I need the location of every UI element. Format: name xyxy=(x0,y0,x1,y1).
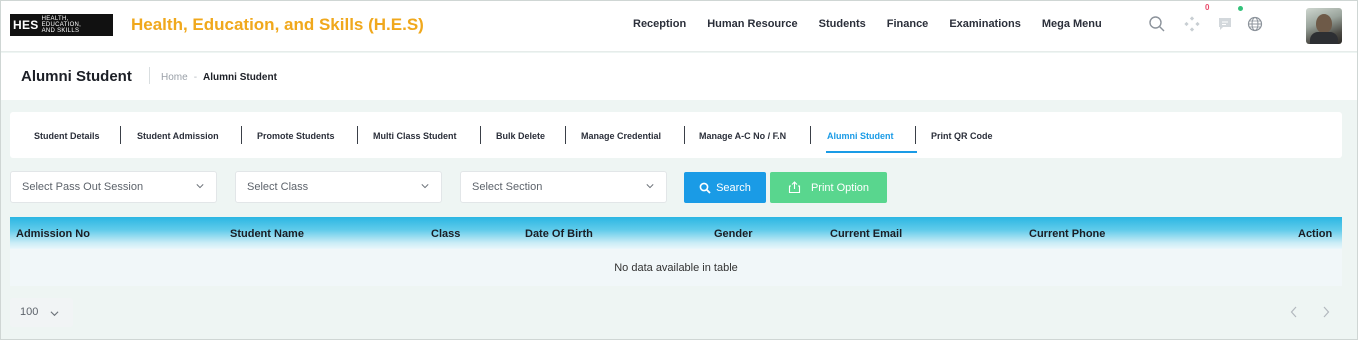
globe-icon[interactable] xyxy=(1244,13,1266,35)
tab-separator xyxy=(810,126,811,144)
section-select[interactable]: Select Section xyxy=(460,171,667,203)
tab-student-admission[interactable]: Student Admission xyxy=(137,131,219,141)
tab-manage-ac-no[interactable]: Manage A-C No / F.N xyxy=(699,131,786,141)
tab-manage-credential[interactable]: Manage Credential xyxy=(581,131,661,141)
page-size-value: 100 xyxy=(20,306,39,318)
top-nav: Reception Human Resource Students Financ… xyxy=(633,18,1123,30)
class-select-value: Select Class xyxy=(247,181,309,193)
pass-out-session-select[interactable]: Select Pass Out Session xyxy=(10,171,217,203)
previous-page-button[interactable] xyxy=(1288,305,1300,319)
table-body: No data available in table xyxy=(10,249,1342,286)
breadcrumb-current: Alumni Student xyxy=(203,72,277,83)
column-admission-no[interactable]: Admission No xyxy=(16,228,90,240)
tab-promote-students[interactable]: Promote Students xyxy=(257,131,335,141)
tab-multi-class-student[interactable]: Multi Class Student xyxy=(373,131,457,141)
export-icon xyxy=(788,181,801,194)
tab-separator xyxy=(480,126,481,144)
avatar-body xyxy=(1310,32,1338,44)
table-header: Admission No Student Name Class Date Of … xyxy=(10,217,1342,249)
tab-separator xyxy=(120,126,121,144)
chevron-down-icon xyxy=(646,184,654,189)
tab-separator xyxy=(565,126,566,144)
column-action[interactable]: Action xyxy=(1298,228,1332,240)
column-current-email[interactable]: Current Email xyxy=(830,228,902,240)
tab-separator xyxy=(684,126,685,144)
page-header: Alumni Student Home - Alumni Student xyxy=(1,53,1357,100)
search-button-label: Search xyxy=(716,181,751,194)
chevron-down-icon xyxy=(196,184,204,189)
tab-bulk-delete[interactable]: Bulk Delete xyxy=(496,131,545,141)
tab-separator xyxy=(357,126,358,144)
breadcrumb-separator: - xyxy=(193,72,198,83)
class-select[interactable]: Select Class xyxy=(235,171,442,203)
nav-item-finance[interactable]: Finance xyxy=(887,18,929,30)
tab-separator xyxy=(915,126,916,144)
tab-print-qr-code[interactable]: Print QR Code xyxy=(931,131,993,141)
nav-item-reception[interactable]: Reception xyxy=(633,18,686,30)
notification-badge: 0 xyxy=(1205,3,1210,12)
breadcrumb-divider xyxy=(149,67,150,84)
chat-icon[interactable] xyxy=(1214,13,1236,35)
section-select-value: Select Section xyxy=(472,181,543,193)
search-icon[interactable] xyxy=(1146,13,1168,35)
print-option-button[interactable]: Print Option xyxy=(770,172,887,203)
tab-separator xyxy=(241,126,242,144)
chevron-down-icon xyxy=(421,184,429,189)
breadcrumb: Home - Alumni Student xyxy=(161,72,277,83)
nav-item-human-resource[interactable]: Human Resource xyxy=(707,18,797,30)
hes-logo[interactable]: HES HEALTH, EDUCATION, AND SKILLS xyxy=(10,14,113,36)
column-date-of-birth[interactable]: Date Of Birth xyxy=(525,228,593,240)
nav-item-mega-menu[interactable]: Mega Menu xyxy=(1042,18,1102,30)
user-avatar[interactable] xyxy=(1306,8,1342,44)
chevron-right-icon xyxy=(1323,306,1330,318)
pass-out-session-value: Select Pass Out Session xyxy=(22,181,144,193)
breadcrumb-home[interactable]: Home xyxy=(161,72,188,83)
nav-item-examinations[interactable]: Examinations xyxy=(949,18,1021,30)
column-gender[interactable]: Gender xyxy=(714,228,753,240)
chevron-left-icon xyxy=(1290,306,1297,318)
chevron-down-icon xyxy=(50,311,59,317)
column-class[interactable]: Class xyxy=(431,228,460,240)
page-title: Alumni Student xyxy=(21,68,132,85)
active-tab-indicator xyxy=(826,151,917,153)
nav-item-students[interactable]: Students xyxy=(819,18,866,30)
tab-student-details[interactable]: Student Details xyxy=(34,131,100,141)
online-status-dot xyxy=(1238,6,1243,11)
column-current-phone[interactable]: Current Phone xyxy=(1029,228,1105,240)
tab-alumni-student[interactable]: Alumni Student xyxy=(827,131,894,141)
search-icon xyxy=(699,182,711,194)
student-tabs: Student Details Student Admission Promot… xyxy=(10,112,1342,158)
print-option-label: Print Option xyxy=(810,181,870,194)
empty-table-message: No data available in table xyxy=(614,262,738,274)
logo-sub-line: AND SKILLS xyxy=(41,28,80,34)
app-title: Health, Education, and Skills (H.E.S) xyxy=(131,15,424,34)
top-header: HES HEALTH, EDUCATION, AND SKILLS Health… xyxy=(1,1,1357,52)
apps-diamond-icon[interactable] xyxy=(1181,13,1203,35)
logo-subtext: HEALTH, EDUCATION, AND SKILLS xyxy=(42,16,82,34)
column-student-name[interactable]: Student Name xyxy=(230,228,304,240)
next-page-button[interactable] xyxy=(1320,305,1332,319)
page-size-select[interactable]: 100 xyxy=(10,298,73,327)
avatar-head xyxy=(1316,14,1332,33)
logo-mark: HES xyxy=(13,18,39,32)
search-button[interactable]: Search xyxy=(684,172,766,203)
